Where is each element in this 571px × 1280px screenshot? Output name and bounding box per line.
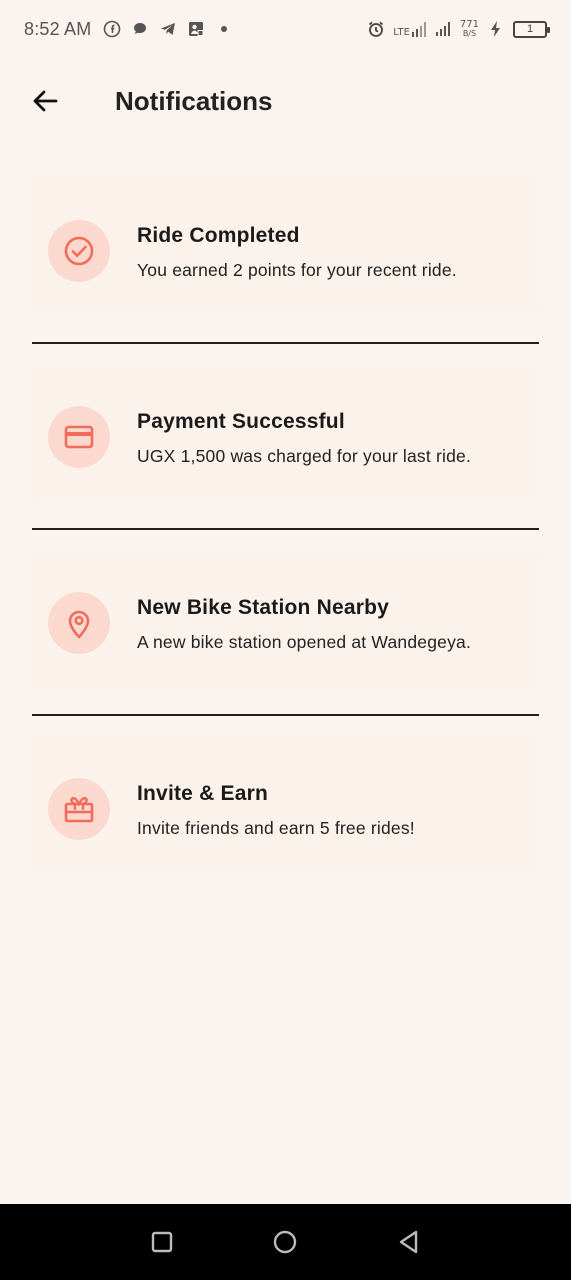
check-circle-icon — [48, 220, 110, 282]
notification-body: A new bike station opened at Wandegeya. — [137, 632, 472, 652]
notification-item[interactable]: New Bike Station Nearby A new bike stati… — [32, 548, 539, 716]
recent-apps-icon — [151, 1231, 173, 1253]
notification-body: Invite friends and earn 5 free rides! — [137, 818, 415, 838]
page-title: Notifications — [115, 86, 273, 116]
notification-item[interactable]: Invite & Earn Invite friends and earn 5 … — [32, 734, 539, 902]
system-back-button[interactable] — [395, 1228, 423, 1256]
notification-item[interactable]: Payment Successful UGX 1,500 was charged… — [32, 362, 539, 530]
battery-icon: 1 — [513, 20, 550, 38]
back-button[interactable] — [28, 84, 62, 118]
app-header: Notifications — [0, 72, 571, 132]
arrow-left-icon — [33, 90, 58, 112]
notification-title: Payment Successful — [137, 410, 345, 433]
chat-icon — [131, 20, 149, 38]
credit-card-icon — [48, 406, 110, 468]
network-speed: 771 B/S — [459, 19, 479, 39]
notification-title: Ride Completed — [137, 224, 300, 247]
notification-body: UGX 1,500 was charged for your last ride… — [137, 446, 472, 466]
telegram-icon — [159, 20, 177, 38]
sim-photo-icon — [187, 20, 205, 38]
notification-title: New Bike Station Nearby — [137, 596, 390, 619]
signal-icon — [434, 20, 452, 38]
facebook-icon — [103, 20, 121, 38]
status-bar: 8:52 AM LTE 771 B/S 1 — [0, 0, 571, 58]
home-icon — [274, 1230, 297, 1254]
gift-icon — [48, 778, 110, 840]
notifications-list: Ride Completed You earned 2 points for y… — [32, 176, 539, 920]
system-icons: LTE 771 B/S 1 — [367, 19, 550, 39]
speed-unit: B/S — [462, 29, 477, 38]
notification-icons — [103, 20, 233, 38]
alarm-icon — [367, 20, 385, 38]
speed-value: 771 — [459, 19, 479, 30]
status-time: 8:52 AM — [24, 18, 92, 39]
notification-body: You earned 2 points for your recent ride… — [137, 260, 457, 280]
system-nav-bar — [0, 1204, 571, 1280]
home-button[interactable] — [271, 1228, 299, 1256]
notification-item[interactable]: Ride Completed You earned 2 points for y… — [32, 176, 539, 344]
lte-signal-icon: LTE — [393, 21, 426, 38]
dot-icon — [215, 20, 233, 38]
location-pin-icon — [48, 592, 110, 654]
charging-icon — [487, 20, 505, 38]
notification-title: Invite & Earn — [137, 782, 268, 805]
recent-apps-button[interactable] — [148, 1228, 176, 1256]
lte-label: LTE — [393, 27, 410, 38]
back-triangle-icon — [399, 1230, 418, 1254]
